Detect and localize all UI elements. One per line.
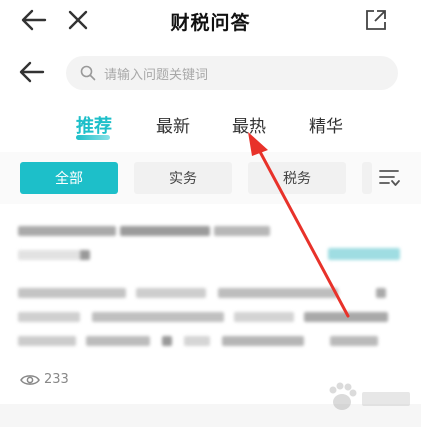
search-row: 请输入问题关键词 <box>0 52 421 92</box>
search-icon <box>80 65 96 81</box>
active-tab-indicator <box>76 135 110 140</box>
filter-chip-all[interactable]: 全部 <box>20 162 118 194</box>
arrow-left-icon <box>19 61 45 83</box>
answer-line-obscured <box>218 288 338 298</box>
filter-menu-button[interactable] <box>374 164 406 192</box>
search-back-button[interactable] <box>16 56 48 88</box>
answer-line-obscured <box>86 336 150 346</box>
filter-chip-overflow[interactable] <box>362 162 372 194</box>
search-placeholder: 请输入问题关键词 <box>104 67 209 83</box>
question-meta-obscured <box>80 250 90 260</box>
watermark-paw-icon <box>329 382 410 410</box>
view-count-value: 233 <box>44 372 69 387</box>
answer-line-obscured <box>136 288 206 298</box>
answer-line-obscured <box>222 336 304 346</box>
open-external-icon <box>366 10 386 30</box>
tab-featured[interactable]: 精华 <box>309 112 343 137</box>
answer-line-obscured <box>18 336 76 346</box>
tab-latest[interactable]: 最新 <box>156 112 190 137</box>
view-count: 233 <box>20 372 69 387</box>
open-external-button[interactable] <box>360 4 392 36</box>
answer-line-obscured <box>18 312 80 322</box>
answer-line-obscured <box>162 336 172 346</box>
filter-chip-practice[interactable]: 实务 <box>134 162 232 194</box>
question-title-obscured <box>214 226 270 236</box>
category-tabs: 推荐 最新 最热 精华 <box>0 110 421 150</box>
question-meta-obscured <box>18 250 82 260</box>
search-input[interactable]: 请输入问题关键词 <box>66 56 398 90</box>
top-bar: 财税问答 <box>0 0 421 40</box>
answer-line-obscured <box>184 336 210 346</box>
eye-icon <box>20 374 40 385</box>
answer-line-obscured <box>18 288 126 298</box>
page-title: 财税问答 <box>170 12 251 34</box>
answer-line-obscured <box>234 312 294 322</box>
filter-chip-tax[interactable]: 税务 <box>248 162 346 194</box>
tab-hottest[interactable]: 最热 <box>232 112 266 137</box>
answer-line-obscured <box>92 312 224 322</box>
filter-list-icon <box>379 170 400 186</box>
question-title-obscured <box>120 226 210 236</box>
answer-line-obscured <box>330 336 378 346</box>
answer-line-obscured <box>376 288 386 298</box>
question-title-obscured <box>18 226 116 236</box>
question-tag-obscured <box>328 248 400 260</box>
answer-line-obscured <box>304 312 388 322</box>
